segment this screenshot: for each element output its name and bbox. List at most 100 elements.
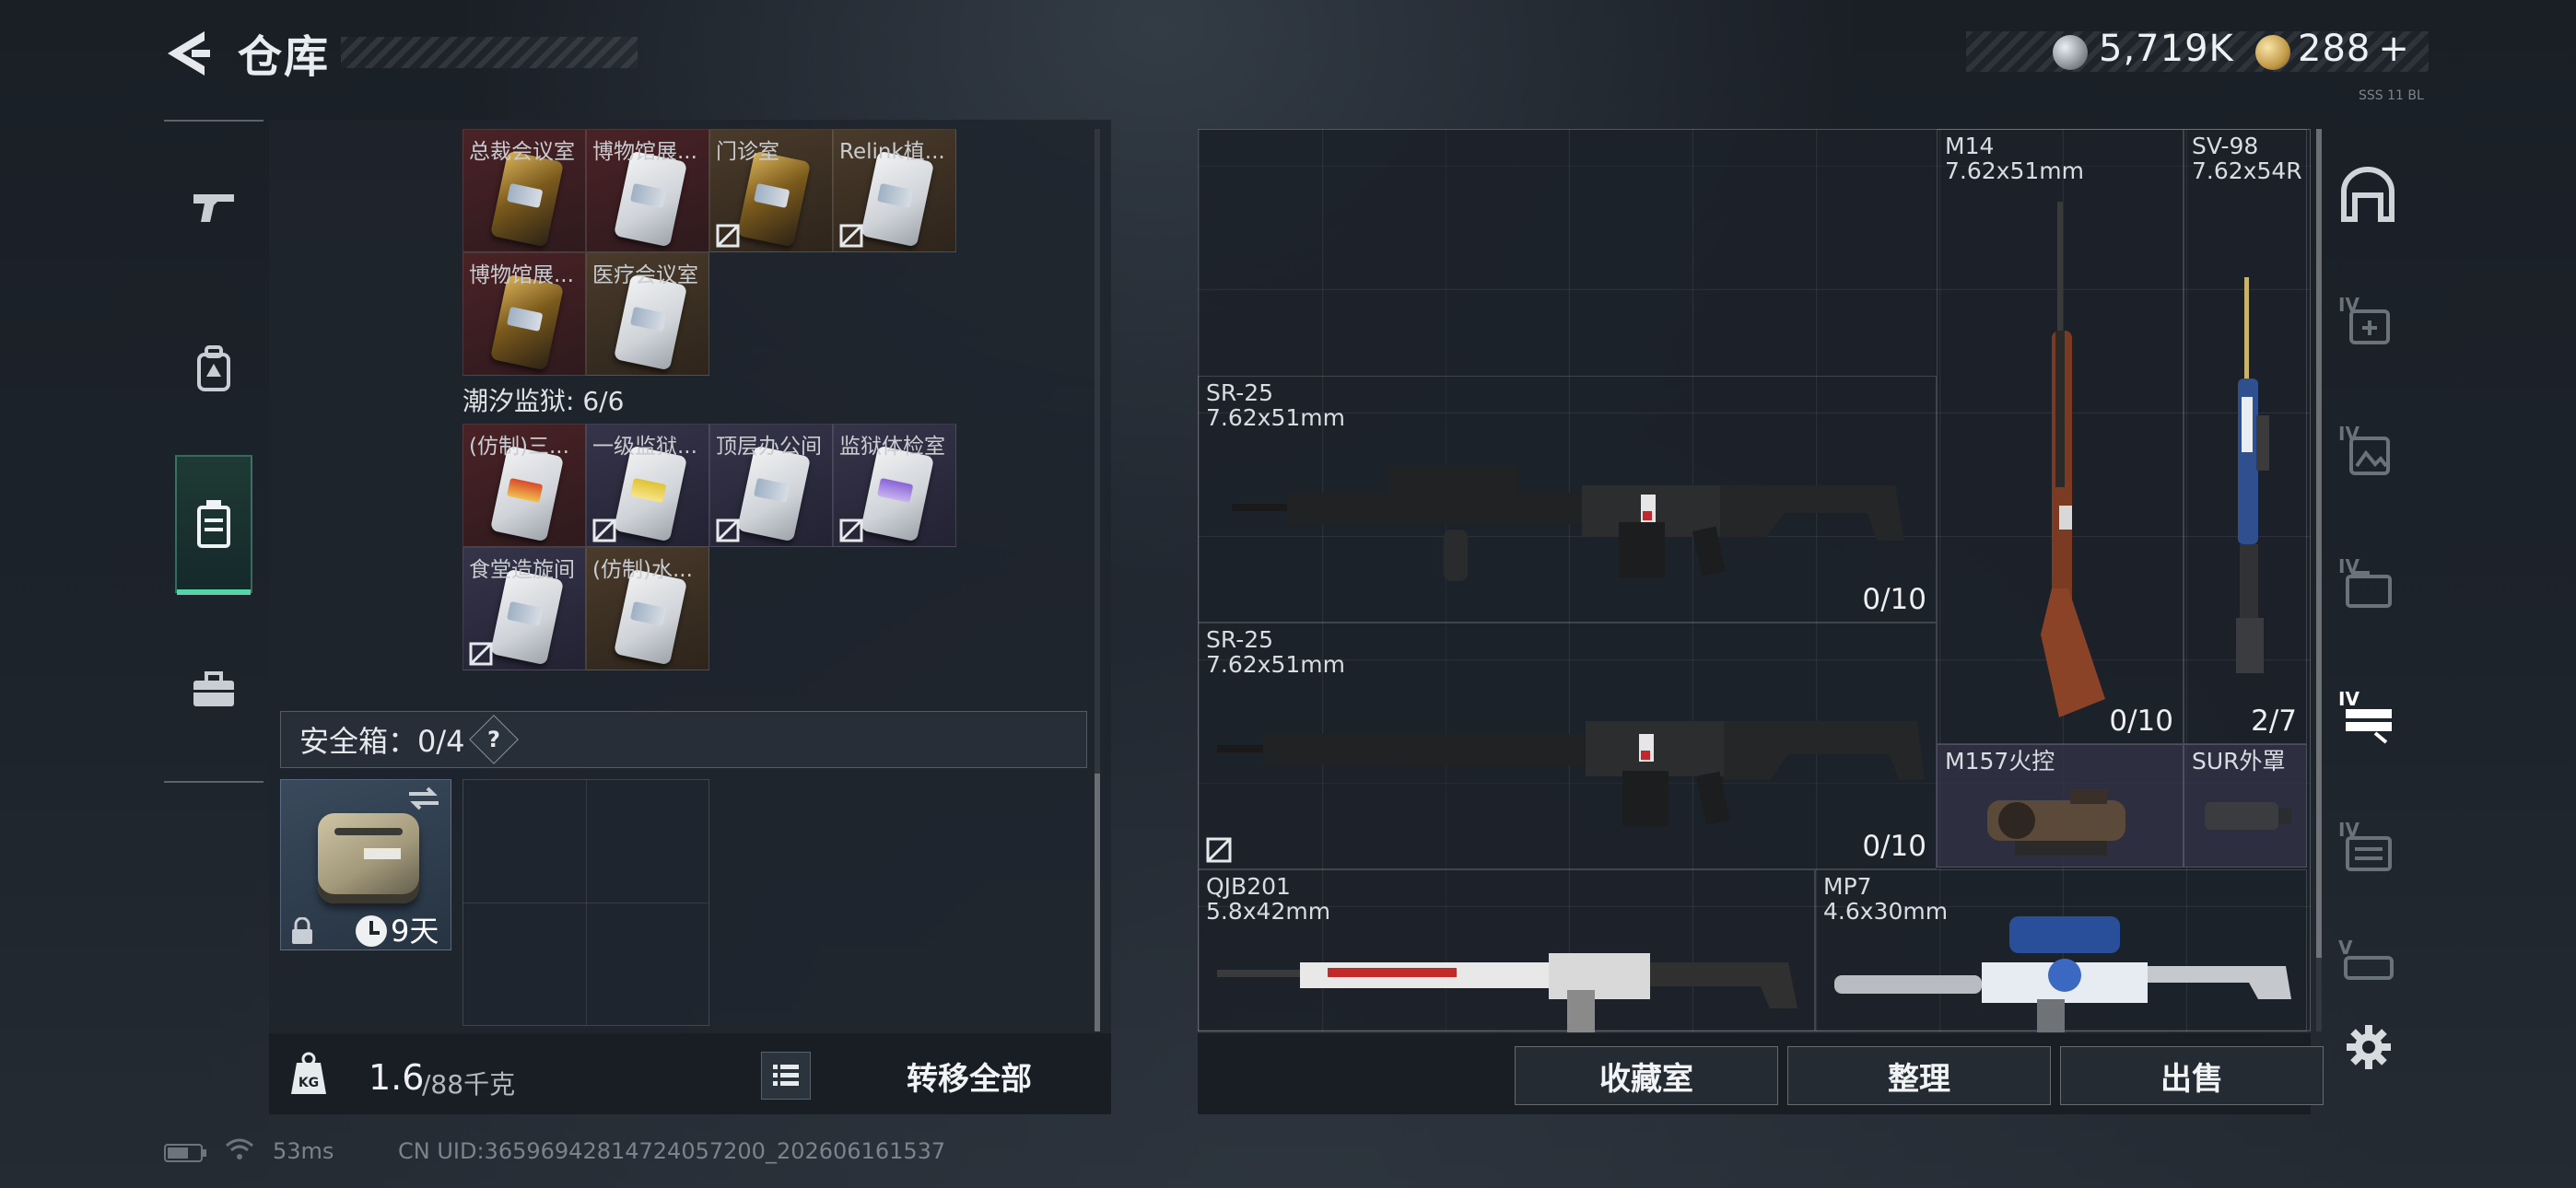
weapon-name: SV-98 7.62x54R xyxy=(2192,133,2302,184)
storage-tab-rifles[interactable]: IV xyxy=(2336,680,2399,753)
organize-button[interactable]: 整理 xyxy=(1787,1046,2051,1105)
mp7-gun-image xyxy=(1834,916,2291,1032)
ping-readout: 53ms xyxy=(273,1138,334,1164)
silver-currency-value: 5,719K xyxy=(2099,28,2234,70)
gallery-icon: IV xyxy=(2338,423,2390,475)
keycard-label: 食堂造旋间 xyxy=(469,558,575,582)
keycard-slot[interactable]: 博物馆展... xyxy=(586,129,709,252)
weapon-slot-m14[interactable]: M14 7.62x51mm 0/10 xyxy=(1937,129,2184,744)
safebox-header: 安全箱：0/4 ? xyxy=(280,711,1087,768)
backpack-icon xyxy=(197,345,230,391)
keycard-image xyxy=(860,445,935,542)
non-tradeable-icon xyxy=(716,518,740,542)
keycard-slot[interactable]: 门诊室 xyxy=(709,129,833,252)
keycard-label: 监狱体检室 xyxy=(839,435,945,459)
weight-current: 1.6 xyxy=(369,1057,425,1098)
gold-currency-value[interactable]: 288 + xyxy=(2298,28,2410,70)
inventory-scrollbar-thumb[interactable] xyxy=(1095,774,1100,1031)
weapon-slot-qjb201[interactable]: QJB201 5.8x42mm xyxy=(1198,869,1815,1032)
briefcase-icon xyxy=(193,671,234,706)
m157-optic-image xyxy=(1987,789,2125,856)
storage-tab-gallery[interactable]: IV xyxy=(2336,414,2399,488)
help-icon[interactable]: ? xyxy=(468,715,519,764)
user-uid: CN UID:3659694281472405720​0_20260616153… xyxy=(398,1138,946,1164)
swap-icon[interactable] xyxy=(405,785,442,812)
keycard-slot[interactable]: 总裁会议室 xyxy=(463,129,586,252)
attachment-slot-sur[interactable]: SUR外罩 xyxy=(2184,744,2307,868)
storage-icon: IV xyxy=(2338,819,2392,871)
page-title: 仓库 xyxy=(238,31,331,83)
weapon-count: 2/7 xyxy=(2251,705,2297,738)
non-tradeable-icon xyxy=(1206,837,1232,863)
storage-tab-armory[interactable] xyxy=(2336,158,2399,232)
medical-icon: IV xyxy=(2338,294,2390,344)
keycard-slot[interactable]: 食堂造旋间 xyxy=(463,547,586,670)
weapon-slot-sv98[interactable]: SV-98 7.62x54R 2/7 xyxy=(2184,129,2307,744)
keycard-slot[interactable]: Relink植... xyxy=(833,129,956,252)
battery-icon xyxy=(164,1144,206,1162)
keycard-slot[interactable]: 博物馆展... xyxy=(463,252,586,376)
keycard-slot[interactable]: (仿制)水... xyxy=(586,547,709,670)
pistol-icon xyxy=(193,194,234,222)
keycard-case-icon xyxy=(197,500,230,548)
keycard-slot[interactable]: 医疗会议室 xyxy=(586,252,709,376)
collection-room-button[interactable]: 收藏室 xyxy=(1515,1046,1778,1105)
rail-tab-equipment[interactable] xyxy=(175,621,252,759)
keycard-slot[interactable]: 顶层办公间 xyxy=(709,424,833,547)
back-arrow-icon[interactable] xyxy=(162,28,210,79)
weapon-count: 0/10 xyxy=(1862,583,1926,616)
tiny-tag: SSS 11 BL xyxy=(2359,88,2424,103)
weapon-slot-sr25-2[interactable]: SR-25 7.62x51mm 0/10 xyxy=(1198,623,1937,869)
safebox-empty-slots[interactable] xyxy=(463,779,709,1026)
weapon-name: M14 7.62x51mm xyxy=(1945,133,2084,184)
sell-button[interactable]: 出售 xyxy=(2060,1046,2324,1105)
qjb201-gun-image xyxy=(1217,953,1797,1032)
keycard-image xyxy=(613,568,688,666)
keycard-label: (仿制)三... xyxy=(469,435,569,459)
settings-gear-icon[interactable] xyxy=(2346,1024,2392,1070)
keycard-label: (仿制)水... xyxy=(592,558,693,582)
title-stripe xyxy=(341,37,638,68)
keycard-image xyxy=(613,274,688,371)
keycard-label: Relink植... xyxy=(839,140,945,164)
ammo-box-icon: IV xyxy=(2338,555,2392,608)
attachment-slot-m157[interactable]: M157火控 xyxy=(1937,744,2184,868)
sur-cover-image xyxy=(2205,802,2291,830)
keycard-slot[interactable]: 监狱体检室 xyxy=(833,424,956,547)
svg-text:V: V xyxy=(2338,937,2353,959)
svg-text:IV: IV xyxy=(2338,688,2359,710)
transfer-all-button[interactable]: 转移全部 xyxy=(849,1048,1089,1103)
armory-icon xyxy=(2341,167,2395,222)
non-tradeable-icon xyxy=(716,224,740,248)
rail-tab-keycards[interactable] xyxy=(175,455,252,595)
weapon-slot-mp7[interactable]: MP7 4.6x30mm xyxy=(1815,869,2307,1032)
weapon-count: 0/10 xyxy=(1862,830,1926,863)
keycard-slot[interactable]: (仿制)三... xyxy=(463,424,586,547)
keycard-label: 一级监狱... xyxy=(592,435,697,459)
svg-text:IV: IV xyxy=(2338,423,2359,445)
storage-tab-ammo[interactable]: IV xyxy=(2336,547,2399,621)
weapon-scrollbar-thumb[interactable] xyxy=(2316,129,2322,958)
storage-tab-vehicle[interactable]: V xyxy=(2336,936,2399,995)
rail-tab-weapons[interactable] xyxy=(175,138,252,276)
keycard-slot[interactable]: 一级监狱... xyxy=(586,424,709,547)
storage-tab-medical[interactable]: IV xyxy=(2336,285,2399,359)
keycard-image xyxy=(613,445,688,542)
non-tradeable-icon xyxy=(469,642,493,666)
keycard-label: 医疗会议室 xyxy=(592,263,698,287)
gold-value-text: 288 xyxy=(2298,28,2371,70)
keycard-label: 总裁会议室 xyxy=(469,140,575,164)
section-label-prison: 潮汐监狱: 6/6 xyxy=(463,386,625,416)
keycard-image xyxy=(489,445,565,542)
storage-tab-storage[interactable]: IV xyxy=(2336,810,2399,884)
weapon-slot-sr25-1[interactable]: SR-25 7.62x51mm 0/10 xyxy=(1198,376,1937,623)
list-view-button[interactable] xyxy=(761,1052,811,1100)
vehicle-icon: V xyxy=(2338,937,2394,980)
keycard-image xyxy=(860,150,935,248)
keycard-image xyxy=(736,150,812,248)
non-tradeable-icon xyxy=(592,518,616,542)
non-tradeable-icon xyxy=(839,518,863,542)
gold-plus-icon[interactable]: + xyxy=(2378,28,2410,70)
rail-tab-backpack[interactable] xyxy=(175,300,252,438)
safebox-case-image xyxy=(318,813,419,903)
